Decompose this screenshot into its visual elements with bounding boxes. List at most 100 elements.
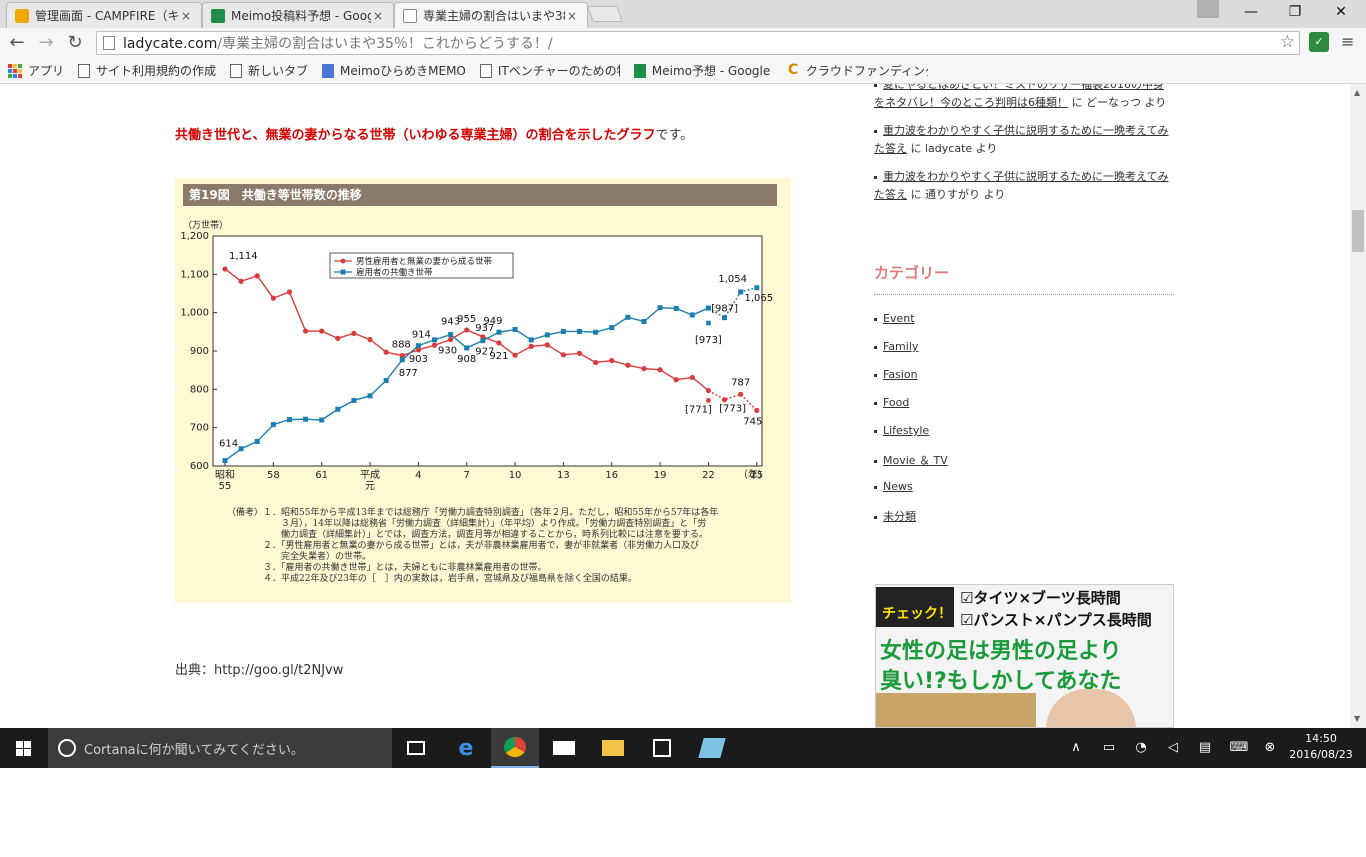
ad-banner[interactable]: チェック！ ☑タイツ×ブーツ長時間 ☑パンスト×パンプス長時間 女性の足は男性の… [875, 584, 1174, 728]
category-item[interactable]: Fasion [874, 368, 918, 381]
taskbar-mail[interactable] [540, 728, 588, 768]
bookmark-star-icon[interactable]: ☆ [1280, 32, 1295, 52]
bookmark-item[interactable]: 新しいタブ [230, 62, 308, 79]
category-item[interactable]: Lifestyle [874, 424, 929, 437]
profile-icon[interactable] [1197, 0, 1219, 18]
scrollbar[interactable]: ▲ ▼ [1350, 84, 1366, 728]
bookmark-apps[interactable]: アプリ [8, 62, 64, 79]
data-point [222, 458, 228, 464]
bookmark-item[interactable]: Meimo予想 - Google [633, 62, 774, 79]
gap-point [722, 397, 727, 403]
clock[interactable]: 14:50 2016/08/23 [1288, 731, 1354, 763]
close-icon[interactable]: × [179, 9, 193, 23]
taskbar-chrome[interactable] [491, 728, 539, 768]
category-item[interactable]: 未分類 [874, 508, 916, 524]
tab-title: 専業主婦の割合はいまや38 [423, 9, 565, 23]
bookmark-item[interactable]: サイト利用規約の作成の [78, 62, 216, 79]
taskbar-store[interactable] [638, 728, 686, 768]
taskbar-app[interactable] [688, 728, 736, 768]
x-tick-label: 58 [267, 470, 280, 481]
extension-icon[interactable]: ✓ [1309, 32, 1329, 52]
tab-campfire[interactable]: 管理画面 - CAMPFIRE（キ × [6, 2, 202, 28]
article-intro: 共働き世代と、無業の妻からなる世帯（いわゆる専業主婦）の割合を示したグラフです。 [175, 124, 693, 143]
start-button[interactable] [0, 728, 48, 768]
bookmark-item[interactable]: C クラウドファンディング - CA [787, 62, 928, 79]
close-icon[interactable]: × [371, 9, 385, 23]
scroll-thumb[interactable] [1352, 210, 1364, 252]
close-circle-icon[interactable]: ⊗ [1260, 728, 1280, 768]
bookmark-label: Meimo予想 - Google [651, 64, 771, 78]
data-label: 903 [409, 354, 428, 365]
notification-icon[interactable]: ▤ [1194, 728, 1216, 768]
tray-chevron-icon[interactable]: ∧ [1066, 728, 1086, 768]
data-label: [771] [685, 404, 712, 415]
menu-icon[interactable]: ≡ [1341, 32, 1354, 51]
data-point [431, 342, 438, 348]
tab-article[interactable]: 専業主婦の割合はいまや38 × [394, 2, 588, 28]
category-item[interactable]: News [874, 480, 913, 493]
data-point [641, 366, 647, 372]
data-point [238, 278, 244, 284]
docs-icon [322, 63, 335, 78]
data-point [577, 328, 583, 334]
data-point [351, 397, 357, 403]
category-item[interactable]: Family [874, 340, 918, 353]
ad-headline: 女性の足は男性の足より [880, 639, 1122, 664]
new-tab-button[interactable] [587, 6, 623, 22]
data-point [544, 332, 550, 338]
window-close-button[interactable]: ✕ [1318, 0, 1364, 26]
divider [874, 294, 1174, 295]
tab-meimo[interactable]: Meimo投稿料予想 - Goog × [202, 2, 394, 28]
taskbar-explorer[interactable] [589, 728, 637, 768]
scroll-up-icon[interactable]: ▲ [1354, 88, 1360, 97]
task-view-icon [407, 741, 425, 755]
category-item[interactable]: Event [874, 312, 915, 325]
scroll-down-icon[interactable]: ▼ [1354, 714, 1360, 723]
data-point [415, 343, 421, 349]
battery-icon[interactable]: ▭ [1098, 728, 1120, 768]
back-button[interactable]: ← [5, 32, 29, 54]
data-point [464, 327, 470, 333]
x-axis-unit: （年） [738, 468, 768, 481]
bookmark-label: クラウドファンディング - CA [805, 64, 928, 78]
task-view-button[interactable] [392, 728, 440, 768]
category-item[interactable]: Movie ＆ TV [874, 452, 948, 468]
x-tick-label: 16 [605, 470, 618, 481]
gap-point [706, 398, 711, 403]
data-label: [973] [695, 335, 722, 346]
bookmark-item[interactable]: ITベンチャーのための特許 [479, 62, 620, 79]
x-tick-label: 4 [415, 470, 421, 481]
chart-figure: 第19図 共働き等世帯数の推移 （万世帯） 1,200 1,100 1,000 900 8… [175, 178, 791, 603]
bookmark-item[interactable]: MeimoひらめきMEMO [322, 62, 466, 79]
x-tick-sublabel: 55 [219, 481, 232, 492]
data-point [302, 328, 309, 334]
data-point [544, 342, 550, 348]
data-point [448, 332, 454, 338]
gap-point [722, 315, 727, 320]
apps-icon [8, 63, 22, 78]
cortana-search[interactable]: Cortanaに何か聞いてみてください。 [48, 728, 392, 768]
keyboard-icon[interactable]: ⌨ [1226, 728, 1252, 768]
address-bar[interactable]: ladycate.com/専業主婦の割合はいまや35％！これからどうする！/ ☆ [96, 31, 1300, 55]
minimize-button[interactable]: — [1228, 0, 1274, 26]
taskbar-edge[interactable]: e [442, 728, 490, 768]
close-icon[interactable]: × [565, 9, 579, 23]
forward-button[interactable]: → [34, 32, 58, 54]
data-point [286, 289, 293, 295]
x-tick-label: 平成 [360, 469, 380, 481]
wifi-icon[interactable]: ◔ [1130, 728, 1152, 768]
reload-button[interactable]: ↻ [63, 32, 87, 54]
tab-title: 管理画面 - CAMPFIRE（キ [35, 9, 179, 23]
data-label: 1,065 [744, 293, 773, 304]
data-point [303, 416, 309, 422]
data-label: 955 [457, 314, 476, 325]
gap-point [706, 320, 711, 326]
data-label: 745 [743, 416, 762, 427]
data-point [270, 422, 276, 428]
restore-button[interactable]: ❐ [1272, 0, 1318, 26]
category-item[interactable]: Food [874, 396, 909, 409]
campfire-icon: C [787, 62, 800, 78]
url-text[interactable]: ladycate.com/専業主婦の割合はいまや35％！これからどうする！/ [123, 33, 553, 53]
volume-icon[interactable]: ◁ [1162, 728, 1184, 768]
chart-notes: （備考）１．昭和55年から平成13年までは総務庁「労働力調査特別調査」（各年２月… [227, 508, 719, 584]
